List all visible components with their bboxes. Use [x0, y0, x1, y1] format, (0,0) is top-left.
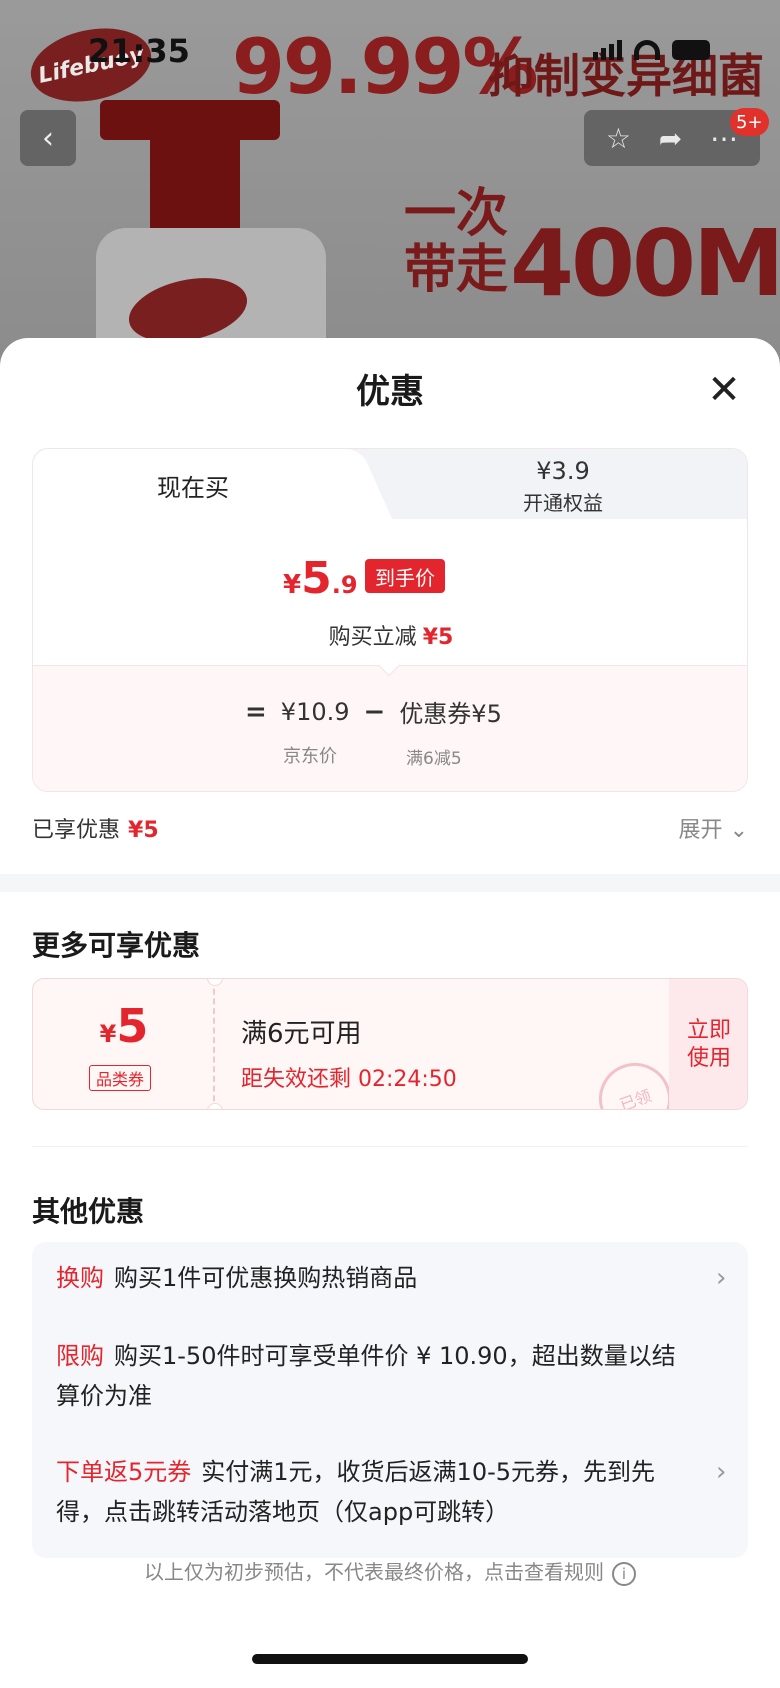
product-bottle-pump: [100, 100, 280, 140]
wifi-icon: [634, 40, 660, 60]
use-coupon-button[interactable]: 立即 使用: [669, 979, 747, 1109]
disclaimer[interactable]: 以上仅为初步预估，不代表最终价格，点击查看规则 i: [0, 1556, 780, 1586]
back-button[interactable]: ‹: [20, 110, 76, 166]
other-discount-item[interactable]: 下单返5元券 实付满1元，收货后返满10-5元券，先到先得，点击跳转活动落地页（仅…: [56, 1452, 726, 1532]
price-formula: = ¥10.9 − 优惠券¥5: [245, 694, 502, 729]
coupon-condition: 满6元可用: [241, 1019, 362, 1049]
final-price-tag: 到手价: [365, 559, 445, 593]
chevron-down-icon: ⌄: [729, 818, 748, 843]
discount-tag: 换购: [56, 1264, 104, 1292]
tab-buy-now[interactable]: 现在买: [33, 449, 353, 521]
price-card: ¥3.9 开通权益 现在买 ¥5.9 到手价 购买立减 ¥5 = ¥10.9 − …: [32, 448, 748, 792]
status-bar: 21:35: [0, 0, 780, 100]
discount-sheet: 优惠 ✕ ¥3.9 开通权益 现在买 ¥5.9 到手价 购买立减 ¥5 = ¥1…: [0, 338, 780, 1688]
close-icon: ✕: [707, 367, 741, 413]
coupon-notch: [207, 1103, 223, 1109]
info-icon: i: [612, 1561, 636, 1586]
coupon-amount: 优惠券¥5: [399, 700, 502, 728]
home-indicator: [252, 1654, 528, 1664]
final-price-area: ¥5.9 到手价 购买立减 ¥5: [33, 519, 747, 665]
other-discount-item[interactable]: 换购 购买1件可优惠换购热销商品 ›: [56, 1258, 726, 1298]
coupon-rule-label: 满6减5: [406, 749, 462, 769]
jd-price-label: 京东价: [283, 746, 337, 767]
favorite-star-icon[interactable]: ☆: [606, 122, 631, 155]
discount-tag: 下单返5元券: [56, 1458, 192, 1486]
divider: [32, 1146, 748, 1147]
coupon-expiry: 距失效还剩 02:24:50: [241, 1067, 457, 1092]
price-breakdown: = ¥10.9 − 优惠券¥5 京东价 满6减5: [33, 665, 747, 791]
sheet-title: 优惠: [356, 372, 424, 412]
coupon-type-badge: 品类券: [89, 1065, 152, 1091]
member-price: ¥3.9: [536, 457, 590, 485]
jd-price: ¥10.9: [280, 697, 350, 726]
member-label: 开通权益: [523, 491, 603, 515]
coupon-value: ¥5: [99, 999, 149, 1053]
message-badge: 5+: [730, 108, 769, 136]
section-divider: [0, 874, 780, 892]
coupon-card: ¥5 品类券 满6元可用 距失效还剩 02:24:50 已领 立即 使用: [32, 978, 748, 1110]
discount-tag: 限购: [56, 1342, 104, 1370]
instant-discount: 购买立减 ¥5: [328, 625, 454, 650]
other-discounts-title: 其他优惠: [32, 1195, 145, 1228]
price-tabs: ¥3.9 开通权益 现在买: [33, 449, 747, 521]
share-icon[interactable]: ➦: [659, 122, 682, 155]
close-button[interactable]: ✕: [700, 368, 748, 416]
status-icons: [593, 40, 710, 60]
status-time: 21:35: [88, 32, 190, 70]
chevron-left-icon: ‹: [42, 120, 54, 156]
final-price: ¥5.9: [283, 553, 358, 604]
enjoyed-discount: 已享优惠 ¥5: [32, 818, 159, 843]
more-discounts-title: 更多可享优惠: [32, 929, 201, 962]
claimed-stamp: 已领: [588, 1052, 682, 1109]
tab-member-benefit[interactable]: ¥3.9 开通权益: [393, 457, 733, 516]
battery-icon: [672, 40, 710, 60]
chevron-right-icon: ›: [716, 1263, 727, 1293]
promo-volume: 400ML: [510, 210, 780, 317]
cellular-signal-icon: [593, 40, 622, 60]
other-discounts-list: 换购 购买1件可优惠换购热销商品 › 限购 购买1-50件时可享受单件价 ¥ 10.…: [32, 1242, 748, 1558]
tab-buy-now-label: 现在买: [157, 473, 229, 502]
coupon-value-area: ¥5 品类券: [33, 979, 215, 1109]
expand-button[interactable]: 展开 ⌄: [679, 812, 748, 844]
chevron-right-icon: ›: [716, 1457, 727, 1487]
other-discount-item: 限购 购买1-50件时可享受单件价 ¥ 10.90，超出数量以结算价为准: [56, 1342, 676, 1410]
promo-text: 一次 带走: [404, 184, 509, 300]
